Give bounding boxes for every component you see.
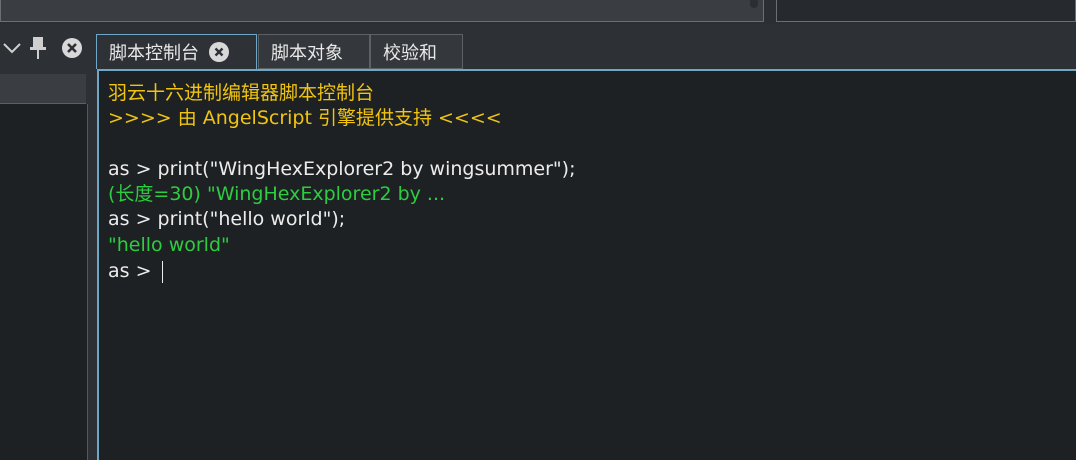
console-output-line: (长度=30) "WingHexExplorer2 by ...: [108, 183, 446, 205]
scrollbar-handle[interactable]: [750, 0, 758, 8]
console-input-line: as > print("WingHexExplorer2 by wingsumm…: [108, 158, 576, 180]
script-console[interactable]: 羽云十六进制编辑器脚本控制台 >>>> 由 AngelScript 引擎提供支持…: [97, 69, 1076, 460]
tab-script-objects[interactable]: 脚本对象: [258, 34, 370, 69]
tab-bar: 脚本控制台 脚本对象 校验和: [96, 34, 1076, 70]
hex-editor-panel[interactable]: [0, 0, 764, 22]
text-caret: [161, 260, 163, 283]
tab-label: 脚本对象: [271, 42, 343, 64]
tab-label: 脚本控制台: [109, 43, 199, 64]
dock-body[interactable]: [0, 104, 88, 460]
dock-controls: [0, 36, 92, 60]
chevron-down-icon[interactable]: [0, 36, 24, 60]
close-icon[interactable]: [209, 42, 229, 62]
tab-checksum[interactable]: 校验和: [370, 34, 463, 69]
top-strip: [0, 0, 1076, 24]
console-prompt[interactable]: as >: [108, 259, 163, 283]
console-banner-engine: >>>> 由 AngelScript 引擎提供支持 <<<<: [108, 107, 502, 129]
dock-header: [0, 74, 86, 104]
side-panel[interactable]: [776, 0, 1076, 22]
console-input-line: as > print("hello world");: [108, 208, 346, 230]
console-output-line: "hello world": [108, 234, 230, 256]
console-banner-title: 羽云十六进制编辑器脚本控制台: [108, 82, 375, 104]
close-icon[interactable]: [60, 36, 84, 60]
tab-label: 校验和: [383, 42, 437, 64]
left-dock: [0, 30, 92, 460]
pin-icon[interactable]: [26, 36, 50, 60]
tab-script-console[interactable]: 脚本控制台: [96, 34, 257, 69]
prompt-text: as >: [108, 260, 158, 282]
